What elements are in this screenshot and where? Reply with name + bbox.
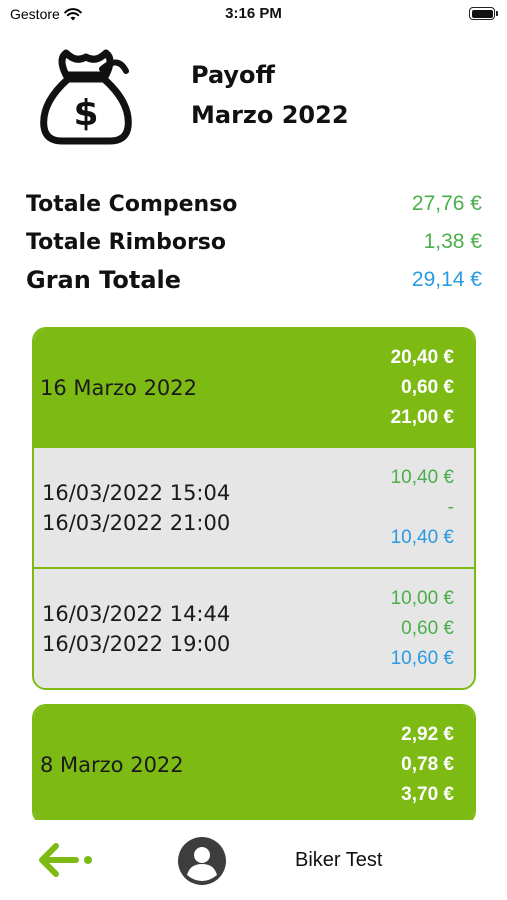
- shift-compenso: 10,40 €: [390, 466, 454, 488]
- shift-times: 16/03/2022 14:44 16/03/2022 19:00: [42, 599, 230, 659]
- shift-start: 16/03/2022 14:44: [42, 601, 231, 626]
- day-group-header[interactable]: 8 Marzo 2022 2,92 € 0,78 € 3,70 €: [34, 706, 474, 820]
- day-group-date: 16 Marzo 2022: [40, 375, 198, 400]
- shift-totale: 10,60 €: [390, 647, 454, 669]
- day-compenso: 20,40 €: [390, 346, 454, 368]
- payoff-list[interactable]: 16 Marzo 2022 20,40 € 0,60 € 21,00 € 16/…: [32, 327, 476, 820]
- shift-amounts: 10,00 € 0,60 € 10,60 €: [391, 588, 454, 670]
- day-group-amounts: 2,92 € 0,78 € 3,70 €: [401, 724, 454, 806]
- shift-times: 16/03/2022 15:04 16/03/2022 21:00: [42, 478, 230, 538]
- day-totale: 21,00 €: [390, 406, 454, 428]
- shift-rimborso: -: [447, 496, 454, 518]
- shift-end: 16/03/2022 21:00: [42, 510, 231, 535]
- day-group: 16 Marzo 2022 20,40 € 0,60 € 21,00 € 16/…: [32, 327, 476, 690]
- gran-totale-value: 29,14 €: [411, 268, 482, 291]
- shift-entry[interactable]: 16/03/2022 15:04 16/03/2022 21:00 10,40 …: [34, 446, 474, 567]
- shift-start: 16/03/2022 15:04: [42, 480, 231, 505]
- gran-totale-label: Gran Totale: [26, 266, 182, 294]
- day-group-header[interactable]: 16 Marzo 2022 20,40 € 0,60 € 21,00 €: [34, 329, 474, 446]
- shift-amounts: 10,40 € - 10,40 €: [391, 467, 454, 549]
- shift-compenso: 10,00 €: [390, 587, 454, 609]
- page-header: $ Payoff Marzo 2022: [36, 45, 476, 155]
- page-title: Payoff: [191, 61, 275, 89]
- total-rimborso-row: Totale Rimborso 1,38 €: [26, 223, 482, 261]
- totals-summary: Totale Compenso 27,76 € Totale Rimborso …: [26, 185, 482, 299]
- battery-icon: [469, 7, 498, 20]
- user-name[interactable]: Biker Test: [295, 849, 382, 872]
- total-rimborso-value: 1,38 €: [423, 230, 482, 253]
- day-group: 8 Marzo 2022 2,92 € 0,78 € 3,70 €: [32, 704, 476, 820]
- day-group-amounts: 20,40 € 0,60 € 21,00 €: [391, 347, 454, 429]
- status-time: 3:16 PM: [225, 5, 282, 22]
- page-subtitle-month: Marzo 2022: [191, 101, 349, 129]
- user-avatar-icon[interactable]: [177, 836, 227, 886]
- day-rimborso: 0,60 €: [401, 376, 454, 398]
- total-compenso-label: Totale Compenso: [26, 191, 238, 217]
- gran-totale-row: Gran Totale 29,14 €: [26, 261, 482, 299]
- total-compenso-value: 27,76 €: [411, 192, 482, 215]
- shift-rimborso: 0,60 €: [401, 617, 454, 639]
- day-group-date: 8 Marzo 2022: [40, 752, 184, 777]
- arrow-left-icon[interactable]: [38, 842, 94, 878]
- shift-end: 16/03/2022 19:00: [42, 631, 231, 656]
- shift-entry[interactable]: 16/03/2022 14:44 16/03/2022 19:00 10,00 …: [34, 567, 474, 688]
- total-compenso-row: Totale Compenso 27,76 €: [26, 185, 482, 223]
- status-bar: Gestore 3:16 PM: [0, 0, 507, 30]
- svg-text:$: $: [73, 93, 98, 134]
- day-totale: 3,70 €: [401, 783, 454, 805]
- day-compenso: 2,92 €: [401, 723, 454, 745]
- bottom-bar: Biker Test: [0, 820, 507, 900]
- total-rimborso-label: Totale Rimborso: [26, 229, 227, 255]
- shift-totale: 10,40 €: [390, 526, 454, 548]
- day-rimborso: 0,78 €: [401, 753, 454, 775]
- money-bag-icon: $: [40, 49, 132, 145]
